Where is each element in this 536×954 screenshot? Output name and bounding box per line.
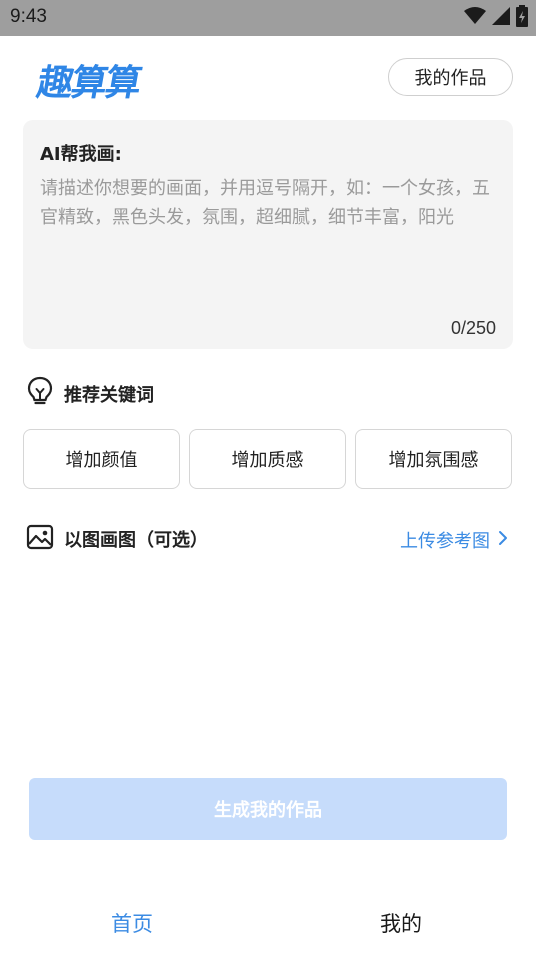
nav-item-mine[interactable]: 我的 xyxy=(380,908,422,938)
image-to-image-section-header: 以图画图（可选） xyxy=(26,524,208,554)
wifi-icon xyxy=(464,7,486,29)
nav-item-home[interactable]: 首页 xyxy=(111,908,153,938)
bottom-nav: 首页 我的 xyxy=(0,890,536,954)
keywords-title: 推荐关键词 xyxy=(64,385,154,406)
app-logo: 趣算算 xyxy=(33,63,144,104)
keyword-chip-beauty[interactable]: 增加颜值 xyxy=(23,429,180,489)
status-icons xyxy=(464,5,528,31)
prompt-card: AI帮我画: 0/250 xyxy=(23,120,513,349)
prompt-label: AI帮我画: xyxy=(40,144,122,165)
chevron-right-icon xyxy=(498,530,508,551)
status-time: 9:43 xyxy=(10,6,47,27)
status-bar: 9:43 xyxy=(0,0,536,36)
cellular-signal-icon xyxy=(492,7,510,29)
upload-reference-label: 上传参考图 xyxy=(400,531,490,552)
image-to-image-title: 以图画图（可选） xyxy=(64,530,208,551)
prompt-char-counter: 0/250 xyxy=(450,318,496,338)
keyword-chip-row: 增加颜值 增加质感 增加氛围感 xyxy=(23,429,513,489)
battery-icon xyxy=(516,5,528,31)
upload-reference-link[interactable]: 上传参考图 xyxy=(400,527,508,553)
keyword-chip-atmosphere[interactable]: 增加氛围感 xyxy=(355,429,512,489)
image-icon xyxy=(26,524,54,554)
keyword-chip-texture[interactable]: 增加质感 xyxy=(189,429,346,489)
my-works-button[interactable]: 我的作品 xyxy=(388,58,513,96)
generate-button[interactable]: 生成我的作品 xyxy=(29,778,507,840)
prompt-input[interactable] xyxy=(40,174,496,294)
keywords-section-header: 推荐关键词 xyxy=(26,376,154,412)
lightbulb-icon xyxy=(26,376,54,412)
